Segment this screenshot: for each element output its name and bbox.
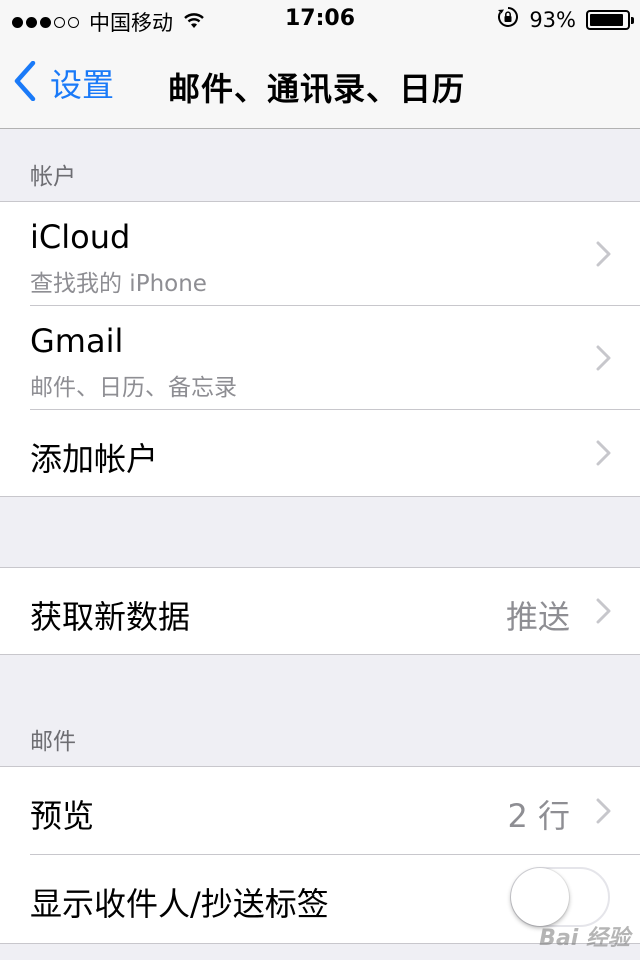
show-to-cc-toggle[interactable] [510,867,610,927]
back-button[interactable]: 设置 [14,60,114,106]
battery-icon [586,10,634,30]
chevron-right-icon [596,598,611,624]
battery-tip [631,17,634,24]
back-label: 设置 [50,66,115,104]
battery-fill [590,14,623,26]
fetch-new-data-row[interactable]: 获取新数据 推送 [0,568,640,654]
account-subtitle: 查找我的 iPhone [30,271,207,297]
chevron-left-icon [14,60,36,105]
add-account-label: 添加帐户 [30,440,159,478]
show-to-cc-label: 显示收件人/抄送标签 [30,885,329,923]
preview-row[interactable]: 预览 2 行 [0,767,640,855]
account-row-gmail[interactable]: Gmail 邮件、日历、备忘录 [0,306,640,410]
battery-percent: 93% [529,8,576,32]
account-title: Gmail [30,322,124,360]
chevron-right-icon [596,241,611,267]
section-header-mail: 邮件 [30,729,76,755]
section-header-accounts: 帐户 [30,164,76,190]
chevron-right-icon [596,798,611,824]
watermark: Bai 经验 [539,926,630,951]
add-account-row[interactable]: 添加帐户 [0,410,640,496]
navigation-bar: 设置 邮件、通讯录、日历 [0,40,640,129]
accounts-group: iCloud 查找我的 iPhone Gmail 邮件、日历、备忘录 添加帐户 [0,201,640,497]
mail-group: 预览 2 行 显示收件人/抄送标签 [0,766,640,944]
preview-label: 预览 [30,797,95,835]
chevron-right-icon [596,345,611,371]
fetch-new-data-value: 推送 [505,598,570,636]
account-title: iCloud [30,218,131,256]
preview-value: 2 行 [507,797,570,835]
status-right: 93% [497,6,634,34]
page-title: 邮件、通讯录、日历 [168,70,466,108]
account-row-icloud[interactable]: iCloud 查找我的 iPhone [0,202,640,306]
status-bar: 中国移动 17:06 93% [0,0,640,40]
fetch-new-data-label: 获取新数据 [30,598,191,636]
rotation-lock-icon [497,6,519,34]
toggle-knob [511,868,569,926]
chevron-right-icon [596,440,611,466]
fetch-group: 获取新数据 推送 [0,567,640,655]
account-subtitle: 邮件、日历、备忘录 [30,375,237,401]
